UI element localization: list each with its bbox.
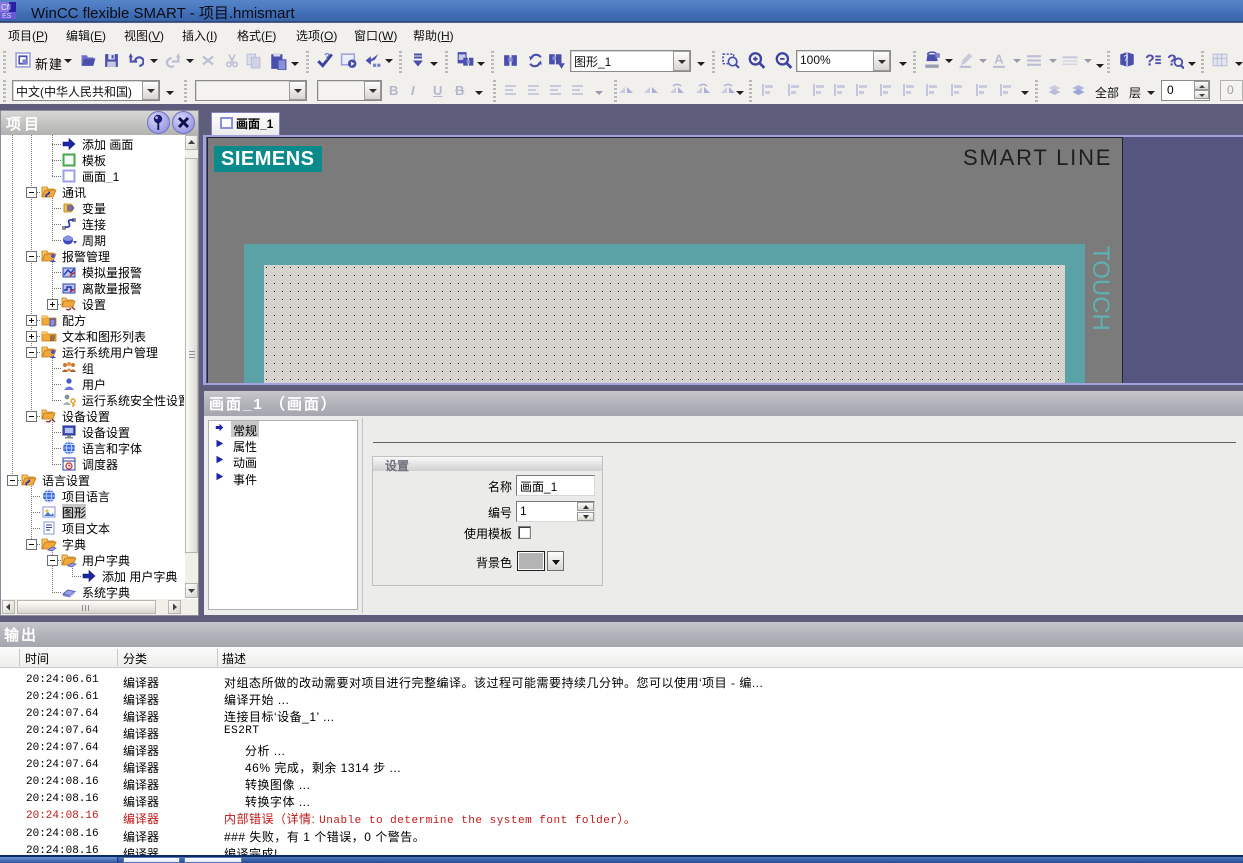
svg-text:Cfl: Cfl — [1, 3, 11, 12]
svg-text:?: ? — [1145, 53, 1155, 69]
svg-text:ES: ES — [2, 13, 12, 19]
svg-text:A: A — [994, 52, 1003, 67]
svg-text:?: ? — [1124, 54, 1129, 63]
svg-text:?: ? — [324, 52, 330, 63]
